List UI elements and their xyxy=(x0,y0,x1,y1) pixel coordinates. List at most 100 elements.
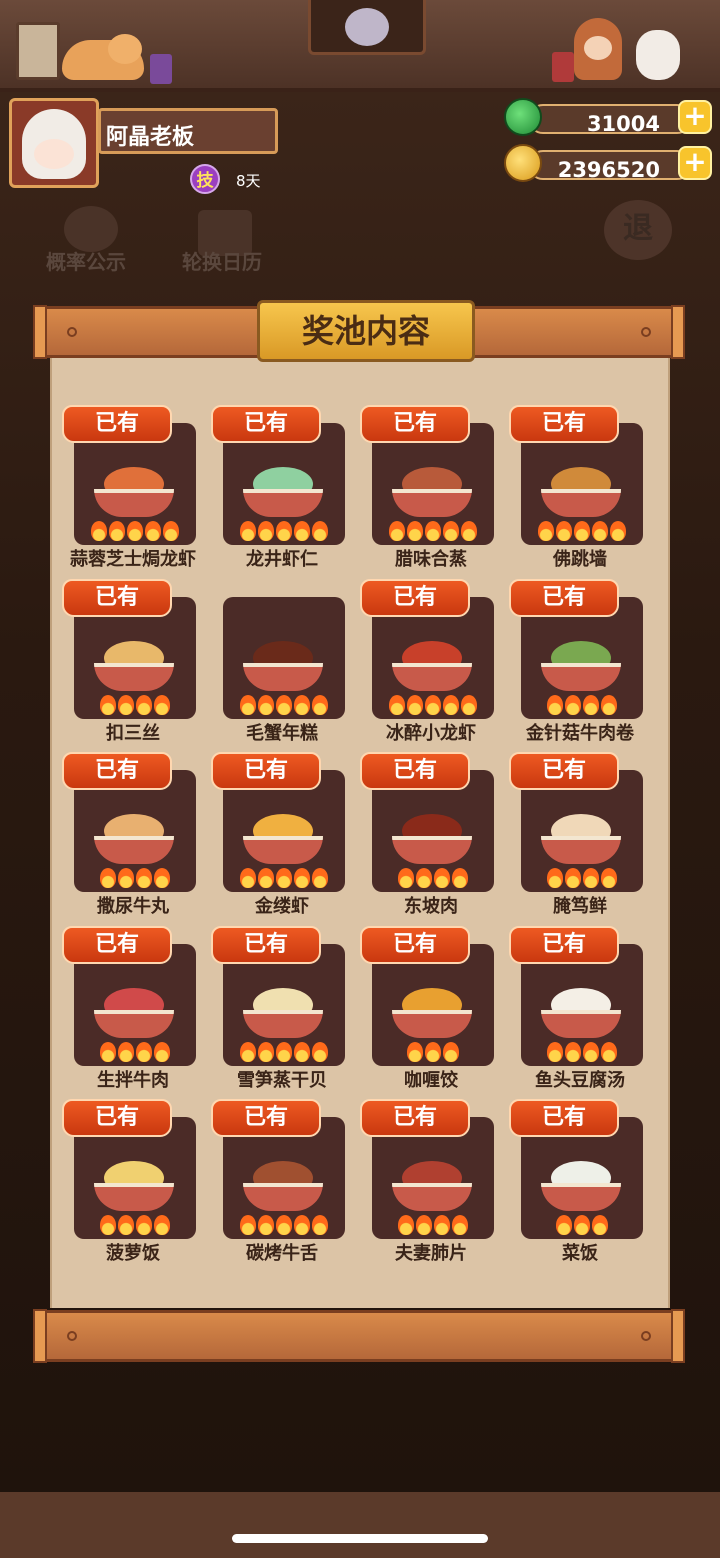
flame-icon xyxy=(118,695,134,715)
add-jade-button[interactable]: + xyxy=(678,100,712,134)
flame-icon xyxy=(461,521,477,541)
coin-icon xyxy=(504,144,542,182)
add-coin-button[interactable]: + xyxy=(678,146,712,180)
owned-badge: 已有 xyxy=(360,405,470,443)
owned-badge: 已有 xyxy=(509,926,619,964)
owned-badge: 已有 xyxy=(509,1099,619,1137)
flame-icon xyxy=(312,868,328,888)
flame-icon xyxy=(100,695,116,715)
spool-icon xyxy=(150,54,172,84)
flame-icon xyxy=(443,695,459,715)
flame-icon xyxy=(416,868,432,888)
flame-icon xyxy=(601,695,617,715)
dish-card[interactable]: 已有 蒜蓉芝士焗龙虾 xyxy=(62,405,212,579)
dish-name: 冰醉小龙虾 xyxy=(386,723,476,744)
dish-name: 金针菇牛肉卷 xyxy=(526,723,634,744)
flame-icon xyxy=(136,695,152,715)
owned-badge: 已有 xyxy=(211,405,321,443)
exit-button[interactable]: 退 xyxy=(604,200,672,260)
dish-name: 生拌牛肉 xyxy=(97,1070,169,1091)
dish-card[interactable]: 已有 金缕虾 xyxy=(211,752,361,926)
dish-icon xyxy=(243,814,323,864)
dish-card[interactable]: 已有 雪笋蒸干贝 xyxy=(211,926,361,1100)
flame-icon xyxy=(91,521,107,541)
flame-icon xyxy=(312,521,328,541)
owned-badge: 已有 xyxy=(360,926,470,964)
scroll-bottom-rod xyxy=(33,1309,685,1363)
flame-icon xyxy=(240,695,256,715)
rarity-flames xyxy=(521,1215,643,1237)
flame-icon xyxy=(258,1042,274,1062)
flame-icon xyxy=(592,1215,608,1235)
owned-badge: 已有 xyxy=(62,926,172,964)
white-cat-icon xyxy=(636,30,680,80)
dish-card[interactable]: 已有 冰醉小龙虾 xyxy=(360,579,510,753)
rarity-flames xyxy=(223,1042,345,1064)
dish-card[interactable]: 已有 鱼头豆腐汤 xyxy=(509,926,659,1100)
dish-icon xyxy=(94,641,174,691)
flame-icon xyxy=(258,695,274,715)
top-decor-bar xyxy=(0,0,720,92)
home-indicator[interactable] xyxy=(232,1534,488,1543)
dish-card[interactable]: 已有 腌笃鲜 xyxy=(509,752,659,926)
dish-card[interactable]: 已有咖喱饺 xyxy=(360,926,510,1100)
owned-badge: 已有 xyxy=(509,579,619,617)
probability-label[interactable]: 概率公示 xyxy=(46,246,126,275)
flame-icon xyxy=(154,1215,170,1235)
flame-icon xyxy=(258,868,274,888)
dish-card[interactable]: 已有 腊味合蒸 xyxy=(360,405,510,579)
dish-name: 菠萝饭 xyxy=(106,1243,160,1264)
flame-icon xyxy=(100,868,116,888)
dish-card[interactable]: 已有生拌牛肉 xyxy=(62,926,212,1100)
dish-name: 咖喱饺 xyxy=(404,1070,458,1091)
dish-name: 腌笃鲜 xyxy=(553,896,607,917)
rarity-flames xyxy=(74,521,196,543)
dish-card[interactable]: 已有 撒尿牛丸 xyxy=(62,752,212,926)
flame-icon xyxy=(547,868,563,888)
bottom-bar xyxy=(0,1492,720,1558)
rarity-flames xyxy=(372,1042,494,1064)
dish-icon xyxy=(392,467,472,517)
skill-icon[interactable]: 技 xyxy=(190,164,220,194)
dish-card[interactable]: 已有金针菇牛肉卷 xyxy=(509,579,659,753)
flame-icon xyxy=(610,521,626,541)
flame-icon xyxy=(136,1215,152,1235)
dish-card[interactable]: 已有 碳烤牛舌 xyxy=(211,1099,361,1273)
rarity-flames xyxy=(521,868,643,890)
jade-currency: 31004 + xyxy=(504,98,712,136)
npc-character-icon xyxy=(574,18,622,80)
rarity-flames xyxy=(74,1042,196,1064)
dish-icon xyxy=(392,1161,472,1211)
flame-icon xyxy=(276,1215,292,1235)
flame-icon xyxy=(136,1042,152,1062)
dish-card[interactable]: 已有 佛跳墙 xyxy=(509,405,659,579)
rotation-label[interactable]: 轮换日历 xyxy=(182,246,262,275)
rarity-flames xyxy=(372,1215,494,1237)
flame-icon xyxy=(565,1042,581,1062)
flame-icon xyxy=(294,868,310,888)
flame-icon xyxy=(583,1042,599,1062)
dish-icon xyxy=(94,988,174,1038)
avatar[interactable] xyxy=(9,98,99,188)
dish-card[interactable]: 已有 扣三丝 xyxy=(62,579,212,753)
dish-card[interactable]: 已有 菜饭 xyxy=(509,1099,659,1273)
flame-icon xyxy=(547,1042,563,1062)
dish-card[interactable]: 已有龙井虾仁 xyxy=(211,405,361,579)
dish-name: 夫妻肺片 xyxy=(395,1243,467,1264)
coin-value: 2396520 xyxy=(557,158,660,182)
dish-icon xyxy=(94,814,174,864)
owned-badge: 已有 xyxy=(62,1099,172,1137)
rarity-flames xyxy=(74,695,196,717)
flame-icon xyxy=(416,1215,432,1235)
dish-icon xyxy=(392,814,472,864)
flame-icon xyxy=(276,1042,292,1062)
owned-badge: 已有 xyxy=(62,752,172,790)
flame-icon xyxy=(583,868,599,888)
dish-card[interactable]: 已有菠萝饭 xyxy=(62,1099,212,1273)
dish-card[interactable]: 已有 东坡肉 xyxy=(360,752,510,926)
dish-card[interactable]: 已有 夫妻肺片 xyxy=(360,1099,510,1273)
dish-card[interactable]: 毛蟹年糕 xyxy=(211,579,361,753)
player-name-box: 阿晶老板 xyxy=(98,108,278,154)
dish-name: 龙井虾仁 xyxy=(246,549,318,570)
dish-name: 佛跳墙 xyxy=(553,549,607,570)
